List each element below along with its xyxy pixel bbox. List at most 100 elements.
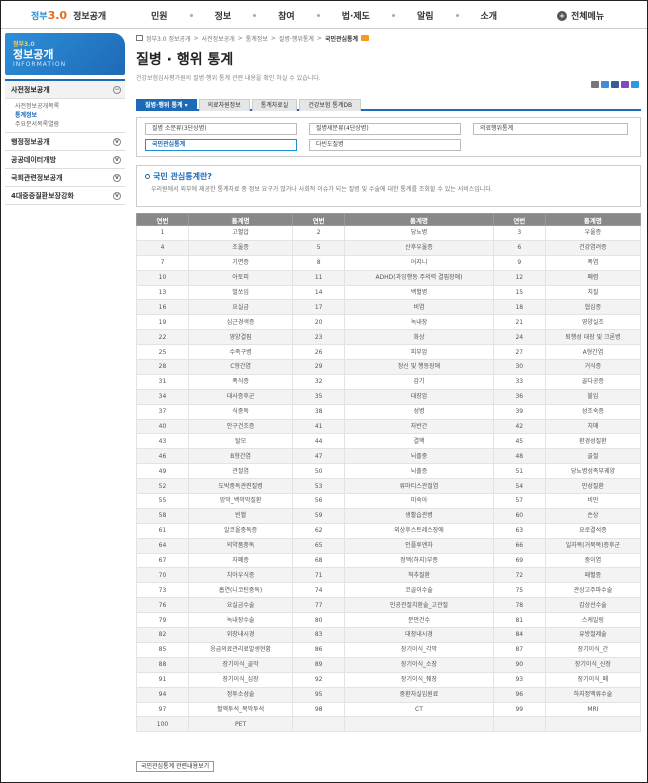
stat-name-link[interactable]: 장기이식_간 xyxy=(544,641,642,658)
sidebar-item-prior-disclosure[interactable]: 사전정보공개 − xyxy=(5,81,125,99)
stat-name-link[interactable]: 중환자실입원료 xyxy=(344,686,494,703)
facebook-icon[interactable] xyxy=(611,81,619,88)
nav-item-2[interactable]: 참여 xyxy=(278,9,295,22)
stat-name-link[interactable]: 불임 xyxy=(544,388,642,405)
stat-name-link[interactable]: 화상 xyxy=(344,329,494,346)
stat-name-link[interactable]: 장기이식_골막 xyxy=(187,656,294,673)
stat-name-link[interactable]: 뇌출증 xyxy=(344,463,494,480)
stat-name-link[interactable]: 조울증 xyxy=(187,239,294,256)
stat-name-link[interactable]: 백혈병 xyxy=(344,284,494,301)
stat-name-link[interactable]: ADHD(과잉행동 주의력 결핍장애) xyxy=(344,269,494,286)
stat-name-link[interactable]: 류마티스관절염 xyxy=(344,478,494,495)
stat-name-link[interactable]: 심근경색증 xyxy=(187,314,294,331)
stat-name-link[interactable]: 폭염 xyxy=(544,254,642,271)
stat-name-link[interactable]: 망막_백막막질환 xyxy=(187,493,294,509)
stat-name-link[interactable]: 장기이식_폐 xyxy=(544,671,642,688)
stat-name-link[interactable]: 퇴행성 대장 및 크론병 xyxy=(544,329,642,346)
stat-name-link[interactable]: 유방절제술 xyxy=(544,627,642,643)
stat-name-link[interactable]: 혈액투석_복막투석 xyxy=(187,701,294,718)
stat-name-link[interactable]: 요실금수술 xyxy=(187,597,294,614)
chevron-down-icon[interactable]: v xyxy=(113,137,121,146)
tab-disease-stats[interactable]: 질병·행위 통계 ▾ xyxy=(136,99,197,111)
stat-name-link[interactable]: 치아우식증 xyxy=(187,567,294,584)
stat-name-link[interactable]: 산후우울증 xyxy=(344,239,494,256)
stat-name-link[interactable]: 수족구병 xyxy=(187,344,294,361)
nav-item-3[interactable]: 법·제도 xyxy=(342,9,370,22)
stat-name-link[interactable]: 분만건수 xyxy=(344,612,494,629)
stat-name-link[interactable]: 의약품중독 xyxy=(187,537,294,554)
stat-name-link[interactable]: MRI xyxy=(544,701,642,718)
stat-name-link[interactable]: 골다공증 xyxy=(544,373,642,390)
stat-name-link[interactable]: 정투소성술 xyxy=(187,686,294,703)
stat-name-link[interactable]: A형간염 xyxy=(544,344,642,361)
subtab-frequent[interactable]: 다빈도질병 xyxy=(309,139,461,151)
stat-name-link[interactable]: 영양실조 xyxy=(544,314,642,331)
stat-name-link[interactable]: 인공관절치환술_고관절 xyxy=(344,597,494,614)
submenu-item[interactable]: 사전정보공개목록 xyxy=(15,102,125,111)
stat-name-link[interactable]: 도박중독관련질병 xyxy=(187,478,294,495)
subtab-procedure[interactable]: 의료행위통계 xyxy=(473,123,628,135)
stat-name-link[interactable]: 어지니 xyxy=(344,254,494,271)
stat-name-link[interactable]: 치매 xyxy=(544,418,642,435)
stat-name-link[interactable] xyxy=(344,716,494,733)
stat-name-link[interactable]: 손상 xyxy=(544,507,642,524)
stat-name-link[interactable]: CT xyxy=(344,701,494,718)
subtab-4digit[interactable]: 질병세분류(4단상병) xyxy=(309,123,461,135)
stat-name-link[interactable]: 정맥(하지)부종 xyxy=(344,552,494,569)
stat-name-link[interactable]: 스케일링 xyxy=(544,612,642,629)
stat-name-link[interactable]: 생활습관병 xyxy=(344,507,494,524)
stat-name-link[interactable]: 대장내시경 xyxy=(344,627,494,643)
nav-item-4[interactable]: 알림 xyxy=(417,9,434,22)
stat-name-link[interactable]: 우울증 xyxy=(544,225,642,241)
subtab-public-interest[interactable]: 국민관심통계 xyxy=(145,139,297,151)
stat-name-link[interactable]: 비만 xyxy=(544,493,642,509)
stat-name-link[interactable]: 영양결핍 xyxy=(187,329,294,346)
chevron-down-icon[interactable]: v xyxy=(113,155,121,164)
stat-name-link[interactable]: 대장암 xyxy=(344,388,494,405)
stat-name-link[interactable]: 당뇨병성족부궤양 xyxy=(544,463,642,480)
stat-name-link[interactable]: 흡연(니코틴중독) xyxy=(187,582,294,599)
stat-name-link[interactable]: 위장내시경 xyxy=(187,627,294,643)
stat-name-link[interactable]: 폐렴 xyxy=(544,269,642,286)
stat-name-link[interactable]: 자폐증 xyxy=(187,552,294,569)
stat-name-link[interactable]: 코골이수술 xyxy=(344,582,494,599)
stat-name-link[interactable]: 뇌졸중 xyxy=(344,448,494,465)
breadcrumb-item[interactable]: 통계정보 xyxy=(246,34,268,43)
stat-name-link[interactable]: 환경성질환 xyxy=(544,433,642,450)
stat-name-link[interactable]: 치질 xyxy=(544,284,642,301)
print-icon[interactable] xyxy=(591,81,599,88)
stat-name-link[interactable]: 녹내장 xyxy=(344,314,494,331)
submenu-item-current[interactable]: 통계정보 xyxy=(15,111,125,120)
stat-name-link[interactable]: 인플루엔자 xyxy=(344,537,494,554)
stat-name-link[interactable]: 기면증 xyxy=(187,254,294,271)
stat-name-link[interactable]: 응급의료관리료발생현황 xyxy=(187,641,294,658)
related-info-button[interactable]: 국민관심통계 관련내용보기 xyxy=(136,761,215,772)
stat-name-link[interactable]: 비염 xyxy=(344,299,494,316)
stat-name-link[interactable]: 빈혈 xyxy=(187,507,294,524)
stat-name-link[interactable]: 알코올중독증 xyxy=(187,522,294,539)
stat-name-link[interactable]: 장기이식_췌장 xyxy=(344,671,494,688)
stat-name-link[interactable]: 하지정맥류수술 xyxy=(544,686,642,703)
share-icon[interactable] xyxy=(631,81,639,88)
stat-name-link[interactable]: 벌쏘임 xyxy=(187,284,294,301)
stat-name-link[interactable]: 고혈압 xyxy=(187,225,294,241)
stat-name-link[interactable]: 성조숙증 xyxy=(544,403,642,420)
sidebar-item-major-disease[interactable]: 4대중증질환보장강화 v xyxy=(5,187,125,205)
stat-name-link[interactable]: 관절염 xyxy=(187,463,294,480)
stat-name-link[interactable]: 골절 xyxy=(544,448,642,465)
stat-name-link[interactable]: 장기이식_각막 xyxy=(344,641,494,658)
stat-name-link[interactable]: 미숙아 xyxy=(344,493,494,509)
stat-name-link[interactable]: 식중독 xyxy=(187,403,294,420)
tab-medical-resources[interactable]: 의료자원정보 xyxy=(198,99,250,111)
stat-name-link[interactable]: 협심증 xyxy=(544,299,642,316)
stat-name-link[interactable]: 폭식증 xyxy=(187,373,294,390)
nav-item-1[interactable]: 정보 xyxy=(215,9,232,22)
stat-name-link[interactable]: 감기 xyxy=(344,373,494,390)
stat-name-link[interactable]: 건강염려증 xyxy=(544,239,642,256)
all-menu-button[interactable]: + 전체메뉴 xyxy=(557,9,604,22)
sidebar-item-open-data[interactable]: 공공데이터개방 v xyxy=(5,151,125,169)
breadcrumb-item[interactable]: 정부3.0 정보공개 xyxy=(146,34,191,43)
stat-name-link[interactable]: 갑상선수술 xyxy=(544,597,642,614)
stat-name-link[interactable]: B형간염 xyxy=(187,448,294,465)
stat-name-link[interactable]: C형간염 xyxy=(187,359,294,375)
